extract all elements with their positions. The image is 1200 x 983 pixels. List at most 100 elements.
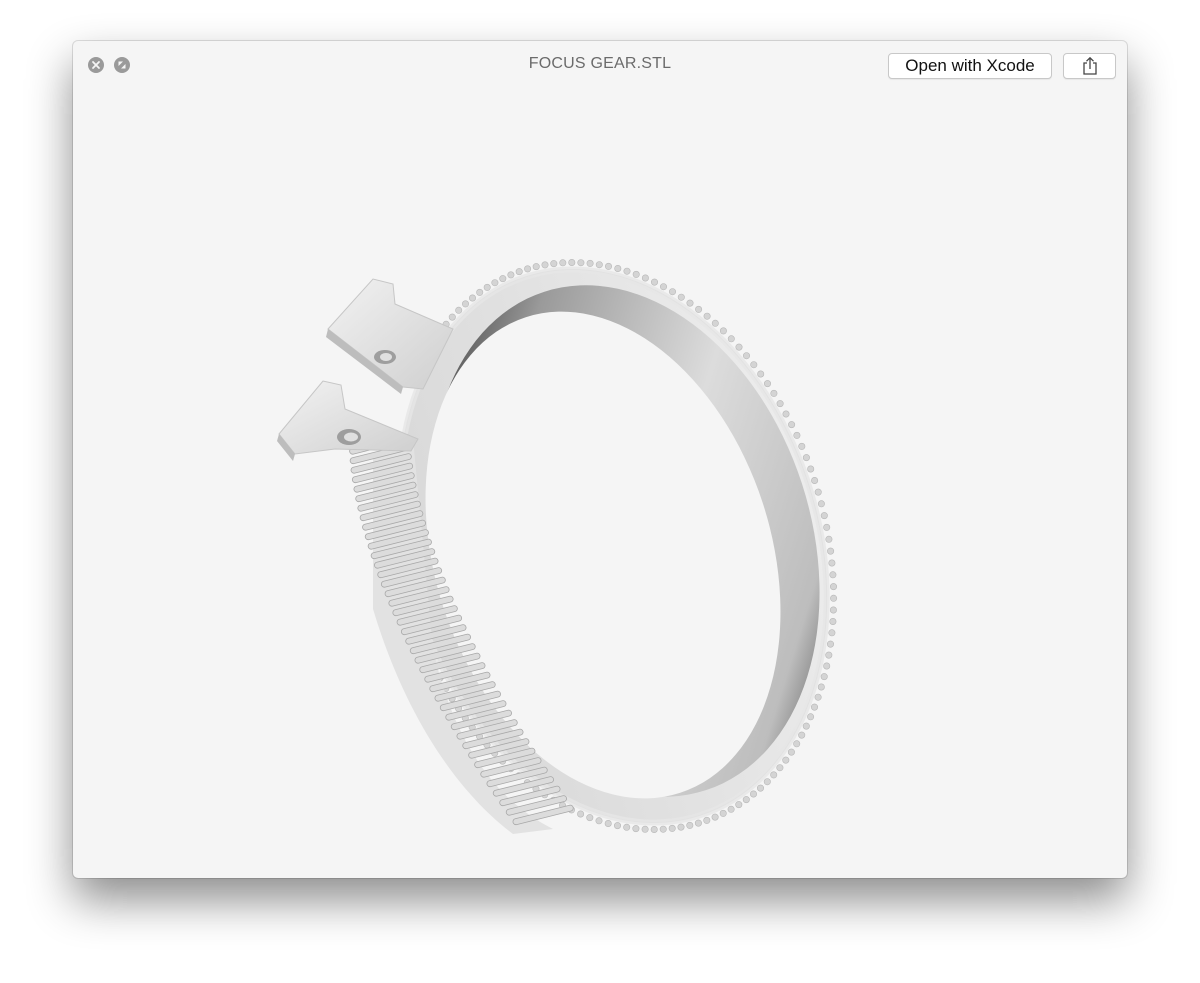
gear-tooth [623,267,631,275]
gear-tooth [823,523,831,531]
gear-tooth [782,756,790,764]
gear-tooth [770,389,778,397]
gear-tooth [632,825,640,833]
gear-tooth [586,814,594,822]
gear-tooth [750,361,758,369]
gear-tooth [827,547,835,555]
gear-tooth [793,740,801,748]
gear-tooth [677,293,685,301]
share-icon [1082,56,1097,75]
gear-tooth [727,335,735,343]
gear-tooth [604,262,612,270]
title-bar: FOCUS GEAR.STL Open with Xcode [73,41,1127,89]
gear-tooth [694,819,702,827]
gear-tooth [776,764,784,772]
gear-tooth [829,606,837,614]
gear-tooth [455,306,463,314]
gear-tooth [650,278,658,286]
clamp-tab-lower [277,380,419,461]
gear-tooth [577,810,585,818]
gear-tooth [532,263,540,271]
gear-tooth [491,279,499,287]
gear-tooth [829,583,837,591]
model-preview[interactable] [73,89,1127,878]
gear-tooth [817,500,825,508]
gear-tooth [828,629,836,637]
gear-tooth [577,259,585,267]
gear-tooth [798,442,806,450]
gear-tooth [719,809,727,817]
gear-tooth [686,821,694,829]
gear-tooth [468,294,476,302]
gear-tooth [507,271,515,279]
gear-tooth [770,771,778,779]
gear-tooth [802,454,810,462]
gear-tooth [749,790,757,798]
gear-tooth [559,259,567,267]
gear-tooth [826,640,834,648]
gear-tooth [586,259,594,267]
gear-tooth [711,319,719,327]
gear-tooth [814,488,822,496]
gear-tooth [623,823,631,831]
gear-tooth [668,288,676,296]
gear-tooth [595,261,603,269]
gear-tooth [668,824,676,832]
gear-tooth [641,825,649,833]
gear-tooth [817,683,825,691]
gear-tooth [807,713,815,721]
gear-tooth [448,313,456,321]
gear-tooth [541,261,549,269]
share-button[interactable] [1063,53,1116,79]
open-with-xcode-button[interactable]: Open with Xcode [888,53,1052,79]
quicklook-window: FOCUS GEAR.STL Open with Xcode [73,41,1127,878]
gear-tooth [788,421,796,429]
gear-tooth [802,722,810,730]
gear-tooth [810,703,818,711]
gear-tooth [703,816,711,824]
gear-tooth [524,265,532,273]
gear-tooth [650,825,658,833]
gear-tooth [757,370,765,378]
gear-tooth [756,784,764,792]
gear-tooth [476,288,484,296]
gear-tooth [742,352,750,360]
gear-tooth [825,651,833,659]
gear-tooth [735,801,743,809]
gear-tooth [828,559,836,567]
gear-tooth [719,327,727,335]
gear-tooth [613,822,621,830]
gear-tooth [830,594,838,602]
gear-tooth [483,283,491,291]
gear-tooth [614,265,622,273]
gear-tooth [727,805,735,813]
gear-tooth [595,817,603,825]
gear-tooth [763,380,771,388]
gear-tooth [782,410,790,418]
gear-tooth [659,825,667,833]
gear-tooth [641,274,649,282]
gear-tooth [823,662,831,670]
gear-model-render [277,259,838,834]
gear-tooth [825,535,833,543]
gear-tooth [793,431,801,439]
gear-tooth [811,476,819,484]
gear-tooth [461,300,469,308]
gear-tooth [703,312,711,320]
gear-tooth [568,259,576,267]
gear-tooth [711,813,719,821]
gear-tooth [659,283,667,291]
gear-tooth [820,512,828,520]
gear-tooth [604,819,612,827]
gear-tooth [550,260,558,268]
gear-tooth [499,275,507,283]
gear-tooth [686,299,694,307]
gear-tooth [695,305,703,313]
gear-tooth [814,693,822,701]
gear-tooth [742,796,750,804]
gear-tooth [677,823,685,831]
gear-tooth [829,571,837,579]
gear-tooth [820,673,828,681]
gear-tooth [515,268,523,276]
gear-tooth [763,778,771,786]
